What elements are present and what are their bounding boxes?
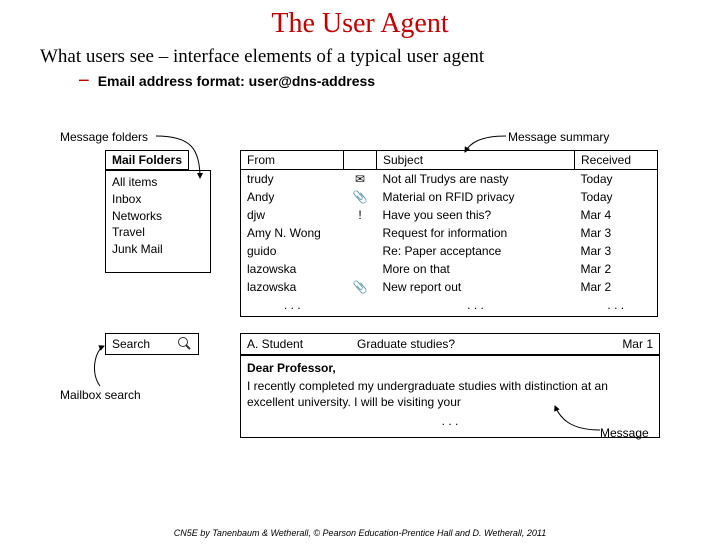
cell-from: Amy N. Wong [241,224,344,242]
message-list-table: From Subject Received trudy ✉ Not all Tr… [240,150,658,317]
slide-subtitle: What users see – interface elements of a… [40,46,700,68]
no-icon [344,242,377,260]
cell-from: djw [241,206,344,224]
table-row[interactable]: lazowska More on that Mar 2 [241,260,658,278]
preview-text: I recently completed my undergraduate st… [247,378,653,410]
preview-from: A. Student [247,337,357,351]
callout-mailbox-search: Mailbox search [60,388,141,402]
cell-received: Mar 3 [575,224,658,242]
table-row[interactable]: lazowska 📎 New report out Mar 2 [241,278,658,296]
cell-received: Today [575,170,658,189]
folder-item[interactable]: Junk Mail [112,241,204,258]
cell-subject: Have you seen this? [377,206,575,224]
preview-header: A. Student Graduate studies? Mar 1 [240,333,660,355]
ellipsis: . . . [377,296,575,317]
folder-item[interactable]: All items [112,174,204,191]
paperclip-icon: 📎 [344,278,377,296]
callout-message-folders: Message folders [60,130,148,144]
folder-item[interactable]: Networks [112,208,204,225]
no-icon [344,260,377,278]
cell-received: Mar 3 [575,242,658,260]
cell-subject: More on that [377,260,575,278]
folders-list: All items Inbox Networks Travel Junk Mai… [105,170,211,273]
callout-message-summary: Message summary [508,130,609,144]
preview-subject: Graduate studies? [357,337,603,351]
table-row[interactable]: guido Re: Paper acceptance Mar 3 [241,242,658,260]
bullet-dash-icon: − [78,70,90,92]
col-received[interactable]: Received [575,151,658,170]
cell-subject: Material on RFID privacy [377,188,575,206]
slide-bullet: −Email address format: user@dns-address [78,70,720,93]
ellipsis-row: . . . . . . . . . [241,296,658,317]
search-label: Search [112,337,150,351]
preview-salutation: Dear Professor, [247,360,653,376]
paperclip-icon: 📎 [344,188,377,206]
cell-subject: Request for information [377,224,575,242]
diagram-figure: Message folders Mailbox search Message s… [60,128,680,488]
slide-footer: CN5E by Tanenbaum & Wetherall, © Pearson… [0,528,720,538]
message-list-body: trudy ✉ Not all Trudys are nasty Today A… [241,170,658,317]
cell-from: lazowska [241,278,344,296]
col-from[interactable]: From [241,151,344,170]
table-row[interactable]: Amy N. Wong Request for information Mar … [241,224,658,242]
table-row[interactable]: Andy 📎 Material on RFID privacy Today [241,188,658,206]
folders-header: Mail Folders [105,150,189,170]
cell-received: Mar 2 [575,278,658,296]
no-icon [344,224,377,242]
table-header-row: From Subject Received [241,151,658,170]
cell-subject: Not all Trudys are nasty [377,170,575,189]
ellipsis: . . . [247,413,653,429]
cell-subject: New report out [377,278,575,296]
table-row[interactable]: djw ! Have you seen this? Mar 4 [241,206,658,224]
ellipsis: . . . [575,296,658,317]
slide-title: The User Agent [0,8,720,40]
col-subject[interactable]: Subject [377,151,575,170]
table-row[interactable]: trudy ✉ Not all Trudys are nasty Today [241,170,658,189]
folder-item[interactable]: Inbox [112,191,204,208]
preview-received: Mar 1 [603,337,653,351]
cell-from: Andy [241,188,344,206]
bullet-text: Email address format: user@dns-address [98,73,375,89]
cell-received: Mar 2 [575,260,658,278]
search-box[interactable]: Search [105,333,199,355]
cell-from: guido [241,242,344,260]
cell-received: Today [575,188,658,206]
cell-subject: Re: Paper acceptance [377,242,575,260]
envelope-icon: ✉ [344,170,377,189]
cell-received: Mar 4 [575,206,658,224]
cell-from: trudy [241,170,344,189]
preview-body: Dear Professor, I recently completed my … [240,355,660,438]
ellipsis: . . . [241,296,344,317]
priority-icon: ! [344,206,377,224]
magnifier-icon [178,337,192,351]
col-flag[interactable] [344,151,377,170]
cell-from: lazowska [241,260,344,278]
folder-item[interactable]: Travel [112,224,204,241]
